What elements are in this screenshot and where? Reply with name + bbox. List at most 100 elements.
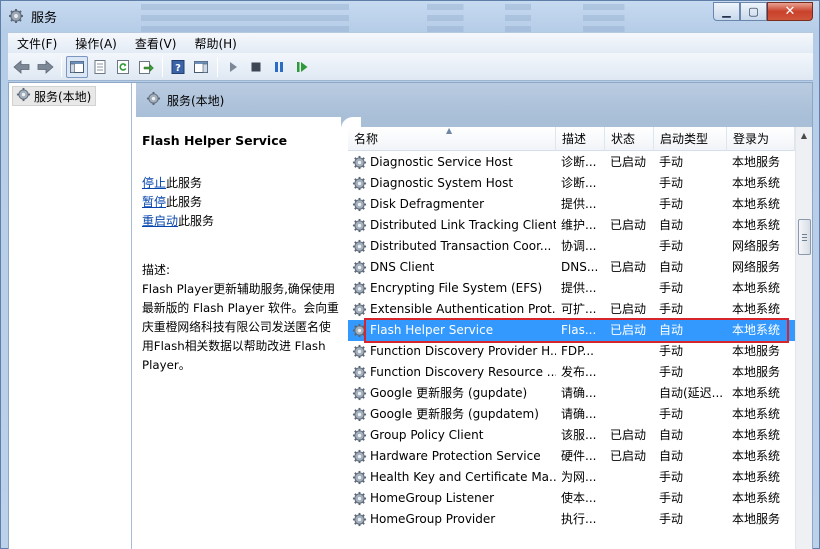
service-name: Extensible Authentication Prot... xyxy=(370,302,556,316)
table-row[interactable]: Distributed Transaction Coor... 协调... 手动 网络… xyxy=(348,236,795,257)
column-header-startup-type[interactable]: 启动类型 xyxy=(654,127,727,151)
service-description: 提供... xyxy=(561,197,597,211)
service-startup-type: 手动 xyxy=(659,512,684,526)
service-description: 诊断... xyxy=(561,176,597,190)
stop-service-link[interactable]: 停止 xyxy=(142,176,166,190)
table-row[interactable]: Diagnostic Service Host 诊断... 已启动 手动 本地服务 xyxy=(348,152,795,173)
table-row-selected[interactable]: Flash Helper Service Flas... 已启动 自动 本地系统 xyxy=(348,318,795,343)
service-title: Flash Helper Service xyxy=(142,133,288,148)
pause-service-link[interactable]: 暂停 xyxy=(142,195,166,209)
start-service-button[interactable] xyxy=(222,56,244,78)
service-description-panel: Flash Helper Service 停止此服务 暂停此服务 重启动此服务 … xyxy=(142,131,342,531)
table-row[interactable]: Function Discovery Provider H... FDP... 手动… xyxy=(348,341,795,362)
svg-text:?: ? xyxy=(175,63,181,74)
column-header-label: 描述 xyxy=(562,132,587,146)
minimize-button[interactable]: ▁ xyxy=(713,2,740,21)
column-header-description[interactable]: 描述 xyxy=(556,127,605,151)
gear-icon xyxy=(352,491,367,506)
scroll-grip xyxy=(802,234,807,235)
gear-icon xyxy=(352,428,367,443)
tree-item-label: 服务(本地) xyxy=(34,89,92,104)
scroll-up-button[interactable]: ▲ xyxy=(796,127,812,143)
service-status: 已启动 xyxy=(610,428,647,442)
description-text: Flash Player更新辅助服务,确保使用 最新版的 Flash Playe… xyxy=(142,280,342,375)
column-header-status[interactable]: 状态 xyxy=(605,127,654,151)
minimize-icon: ▁ xyxy=(722,5,731,18)
service-log-on-as: 本地系统 xyxy=(732,386,781,400)
table-row[interactable]: Extensible Authentication Prot... 可扩... 已启… xyxy=(348,299,795,320)
service-startup-type: 手动 xyxy=(659,470,684,484)
stop-service-button[interactable] xyxy=(245,56,267,78)
table-row[interactable]: HomeGroup Provider 执行... 手动 本地服务 xyxy=(348,509,795,530)
service-log-on-as: 本地系统 xyxy=(732,407,781,421)
service-log-on-as: 本地系统 xyxy=(732,218,781,232)
service-log-on-as: 本地服务 xyxy=(732,365,781,379)
service-name: Distributed Link Tracking Client xyxy=(370,218,556,232)
service-description: FDP... xyxy=(561,344,594,358)
close-button[interactable]: ✕ xyxy=(767,2,813,21)
column-header-label: 登录为 xyxy=(733,132,770,146)
table-row[interactable]: Distributed Link Tracking Client 维护... 已启动… xyxy=(348,215,795,236)
restart-service-button[interactable] xyxy=(291,56,313,78)
help-button[interactable]: ? xyxy=(167,56,189,78)
menu-file[interactable]: 文件(F) xyxy=(8,35,66,52)
refresh-icon xyxy=(117,59,129,74)
service-description: 协调... xyxy=(561,239,597,253)
maximize-button[interactable]: ▢ xyxy=(740,2,767,21)
service-description: 维护... xyxy=(561,218,597,232)
table-row[interactable]: Group Policy Client 该服... 已启动 自动 本地系统 xyxy=(348,425,795,446)
service-log-on-as: 本地系统 xyxy=(732,281,781,295)
service-startup-type: 手动 xyxy=(659,197,684,211)
tree-item-services-local[interactable]: 服务(本地) xyxy=(12,86,96,106)
action-suffix: 此服务 xyxy=(166,176,203,190)
column-header-log-on-as[interactable]: 登录为 xyxy=(727,127,795,151)
table-row[interactable]: Hardware Protection Service 硬件... 已启动 自动 本地系… xyxy=(348,446,795,467)
table-row[interactable]: Health Key and Certificate Ma... 为网... 手动 本… xyxy=(348,467,795,488)
table-row[interactable]: Google 更新服务 (gupdate) 请确... 自动(延迟... 本地系统 xyxy=(348,383,795,404)
menu-help[interactable]: 帮助(H) xyxy=(185,35,245,52)
service-startup-type: 手动 xyxy=(659,344,684,358)
show-action-pane-button[interactable] xyxy=(190,56,212,78)
stop-icon xyxy=(251,62,261,71)
scroll-thumb[interactable] xyxy=(798,219,811,255)
service-startup-type: 自动 xyxy=(659,323,684,337)
back-arrow-icon xyxy=(13,59,30,74)
table-row[interactable]: Function Discovery Resource ... 发布... 手动 本地… xyxy=(348,362,795,383)
service-startup-type: 自动 xyxy=(659,260,684,274)
table-row[interactable]: DNS Client DNS... 已启动 自动 网络服务 xyxy=(348,257,795,278)
restart-service-link[interactable]: 重启动 xyxy=(142,214,178,228)
table-row[interactable]: Diagnostic System Host 诊断... 手动 本地系统 xyxy=(348,173,795,194)
menu-action[interactable]: 操作(A) xyxy=(66,35,126,52)
action-pane-icon xyxy=(194,60,208,73)
gear-icon xyxy=(352,218,367,233)
properties-list-button[interactable] xyxy=(89,56,111,78)
service-name: Distributed Transaction Coor... xyxy=(370,239,552,253)
forward-button[interactable] xyxy=(34,56,56,78)
refresh-button[interactable] xyxy=(112,56,134,78)
gear-icon xyxy=(352,512,367,527)
title-bar[interactable]: 服务 ▁ ▢ ✕ xyxy=(1,1,819,32)
back-button[interactable] xyxy=(11,56,33,78)
show-hide-console-tree-button[interactable] xyxy=(66,55,88,78)
table-row[interactable]: Google 更新服务 (gupdatem) 请确... 手动 本地系统 xyxy=(348,404,795,425)
gear-icon xyxy=(352,260,367,275)
service-log-on-as: 网络服务 xyxy=(732,239,781,253)
menu-view[interactable]: 查看(V) xyxy=(126,35,186,52)
document-list-icon xyxy=(94,59,106,74)
restart-icon xyxy=(297,61,308,72)
export-list-button[interactable] xyxy=(135,56,157,78)
pause-service-button[interactable] xyxy=(268,56,290,78)
description-line: Player。 xyxy=(142,358,191,372)
service-log-on-as: 本地服务 xyxy=(732,512,781,526)
table-row[interactable]: HomeGroup Listener 使本... 手动 本地系统 xyxy=(348,488,795,509)
window-title: 服务 xyxy=(31,11,58,26)
gear-icon xyxy=(352,197,367,212)
service-status: 已启动 xyxy=(610,155,647,169)
description-line: 庆重橙网络科技有限公司发送匿名使 xyxy=(142,320,331,334)
column-header-name[interactable]: ▲ 名称 xyxy=(348,127,556,151)
table-row[interactable]: Encrypting File System (EFS) 提供... 手动 本地系统 xyxy=(348,278,795,299)
console-tree: 服务(本地) xyxy=(9,83,132,549)
table-row[interactable]: Disk Defragmenter 提供... 手动 本地系统 xyxy=(348,194,795,215)
service-description: Flas... xyxy=(561,323,597,337)
vertical-scrollbar[interactable]: ▲ xyxy=(795,127,812,549)
